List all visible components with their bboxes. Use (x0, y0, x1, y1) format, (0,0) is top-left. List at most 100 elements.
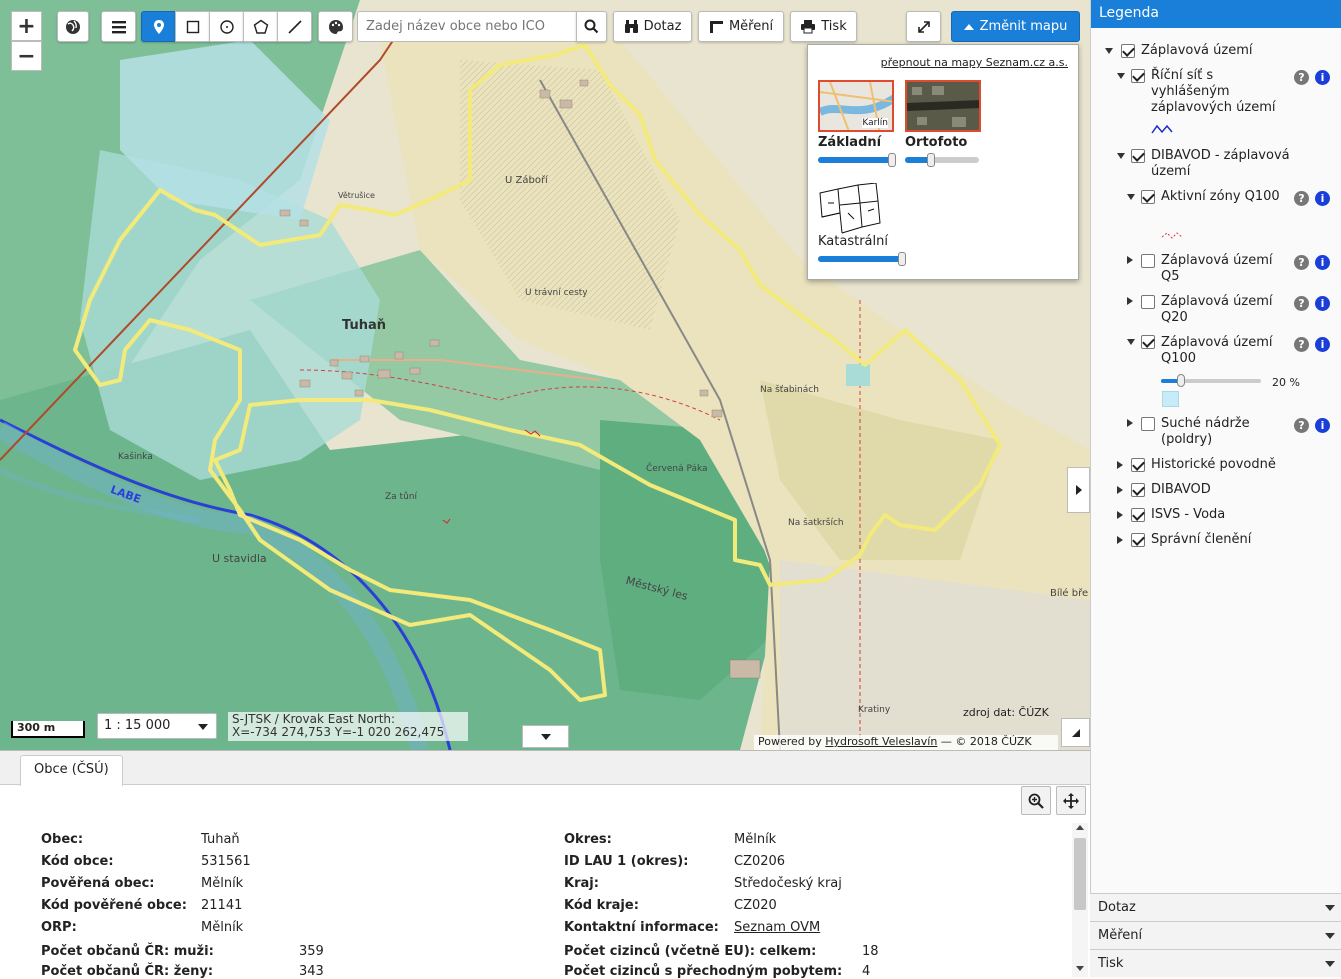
expand-caret-icon[interactable] (1127, 339, 1135, 345)
expand-caret-icon[interactable] (1127, 194, 1135, 200)
layer-checkbox-q5[interactable] (1141, 254, 1155, 268)
accordion-print[interactable]: Tisk (1090, 949, 1341, 977)
info-icon[interactable]: i (1315, 191, 1330, 206)
field-value: Tuhaň (201, 832, 240, 847)
attribution-link[interactable]: Hydrosoft Veleslavín (825, 735, 937, 748)
expand-caret-icon[interactable] (1117, 486, 1123, 494)
scroll-up-icon[interactable] (1076, 825, 1084, 830)
measure-button[interactable]: Měření (698, 11, 784, 42)
fullscreen-button[interactable] (906, 11, 941, 42)
basemap-thumb-ortofoto[interactable] (905, 80, 981, 132)
scroll-thumb[interactable] (1074, 838, 1086, 910)
seznam-ovm-link[interactable]: Seznam OVM (734, 920, 820, 935)
expand-caret-icon[interactable] (1105, 48, 1113, 54)
layer-checkbox-q20[interactable] (1141, 295, 1155, 309)
expand-caret-icon[interactable] (1117, 73, 1125, 79)
coordinate-values: X=-734 274,753 Y=-1 020 262,475 (232, 725, 445, 739)
toggle-legend-button[interactable] (1067, 467, 1090, 513)
query-button[interactable]: Dotaz (613, 11, 692, 42)
layer-label-q5: Záplavová území Q5 (1161, 253, 1273, 284)
active-zone-symbol-icon (1161, 232, 1183, 239)
expand-caret-icon[interactable] (1127, 297, 1133, 305)
layer-checkbox-ricni-sit[interactable] (1131, 69, 1145, 83)
draw-rectangle-button[interactable] (175, 11, 210, 42)
help-icon[interactable]: ? (1294, 337, 1309, 352)
layer-checkbox-zaplavova-uzemi[interactable] (1121, 44, 1135, 58)
layer-checkbox-historicke-povodne[interactable] (1131, 458, 1145, 472)
panel-scrollbar[interactable] (1072, 823, 1088, 977)
expand-caret-icon[interactable] (1117, 461, 1123, 469)
draw-line-button[interactable] (277, 11, 312, 42)
zoom-out-button[interactable]: − (11, 41, 42, 71)
palette-button[interactable] (318, 11, 353, 42)
binoculars-icon (624, 20, 638, 33)
search-button[interactable] (576, 11, 607, 42)
help-icon[interactable]: ? (1294, 418, 1309, 433)
help-icon[interactable]: ? (1294, 255, 1309, 270)
menu-button[interactable] (101, 11, 136, 42)
basemap-panel: přepnout na mapy Seznam.cz a.s. Karlín Z… (807, 44, 1079, 280)
help-icon[interactable]: ? (1294, 191, 1309, 206)
field-label: Kód obce: (41, 854, 114, 869)
tab-obce-csu[interactable]: Obce (ČSÚ) (20, 755, 123, 786)
expand-caret-icon[interactable] (1117, 536, 1123, 544)
expand-caret-icon[interactable] (1127, 419, 1133, 427)
map-canvas[interactable]: Tuhaň Městský les U Záboří U trávní cest… (0, 0, 1090, 750)
overview-toggle-button[interactable] (1061, 718, 1090, 747)
q100-opacity-slider[interactable] (1161, 374, 1261, 387)
info-icon[interactable]: i (1315, 296, 1330, 311)
info-icon[interactable]: i (1315, 255, 1330, 270)
opacity-slider-katastralni[interactable] (818, 252, 906, 266)
layer-checkbox-aktivni-zony[interactable] (1141, 190, 1155, 204)
accordion-query[interactable]: Dotaz (1090, 893, 1341, 921)
layer-label-dibavod-zaplavova: DIBAVOD - záplavová území (1151, 148, 1290, 179)
expand-caret-icon[interactable] (1127, 256, 1133, 264)
chevron-down-icon (1325, 933, 1335, 939)
draw-point-button[interactable] (141, 11, 176, 42)
layer-checkbox-dibavod[interactable] (1131, 483, 1145, 497)
attribute-panel: Obce (ČSÚ) (0, 750, 1090, 977)
field-label: Počet cizinců (včetně EU): celkem: (564, 944, 817, 959)
switch-seznam-link[interactable]: přepnout na mapy Seznam.cz a.s. (881, 56, 1068, 69)
scale-select[interactable]: 1 : 15 000 (97, 713, 217, 739)
zoom-to-feature-button[interactable] (1021, 786, 1051, 815)
pan-to-feature-button[interactable] (1056, 786, 1086, 815)
help-icon[interactable]: ? (1294, 70, 1309, 85)
print-button[interactable]: Tisk (790, 11, 857, 42)
search-input[interactable] (357, 11, 577, 42)
map-label-u-travni-cesty: U trávní cesty (525, 288, 588, 298)
basemap-thumb-katastralni[interactable] (818, 183, 894, 235)
layer-checkbox-q100[interactable] (1141, 335, 1155, 349)
q100-opacity-value: 20 % (1272, 376, 1300, 389)
accordion-measure[interactable]: Měření (1090, 921, 1341, 949)
expand-caret-icon[interactable] (1117, 511, 1123, 519)
measure-label: Měření (728, 19, 774, 34)
map-label-cervena-paka: Červená Páka (646, 464, 708, 474)
info-icon[interactable]: i (1315, 70, 1330, 85)
basemap-label-zakladni: Základní (818, 135, 882, 150)
basemap-thumb-zakladni[interactable]: Karlín (818, 80, 894, 132)
scroll-down-icon[interactable] (1076, 966, 1084, 971)
map-label-kasinka: Kašinka (118, 452, 153, 462)
toggle-bottom-panel-button[interactable] (522, 725, 569, 748)
draw-circle-button[interactable] (209, 11, 244, 42)
search-icon (584, 19, 599, 34)
layer-label-aktivni-zony: Aktivní zóny Q100 (1161, 189, 1280, 204)
globe-button[interactable] (57, 11, 89, 42)
draw-polygon-button[interactable] (243, 11, 278, 42)
attribution: Powered by Hydrosoft Veleslavín — © 2018… (754, 735, 1058, 750)
opacity-slider-zakladni[interactable] (818, 153, 896, 167)
layer-checkbox-dibavod-zaplavova[interactable] (1131, 149, 1145, 163)
info-icon[interactable]: i (1315, 337, 1330, 352)
map-label-tuhan: Tuhaň (342, 318, 386, 333)
layer-checkbox-spravni-cleneni[interactable] (1131, 533, 1145, 547)
layer-checkbox-suche-nadrze[interactable] (1141, 417, 1155, 431)
help-icon[interactable]: ? (1294, 296, 1309, 311)
change-map-button[interactable]: Změnit mapu (951, 11, 1080, 42)
expand-caret-icon[interactable] (1117, 153, 1125, 159)
layer-checkbox-isvs-voda[interactable] (1131, 508, 1145, 522)
info-icon[interactable]: i (1315, 418, 1330, 433)
opacity-slider-ortofoto[interactable] (905, 153, 979, 167)
zoom-in-button[interactable]: + (11, 11, 42, 41)
zoom-search-icon (1028, 793, 1044, 809)
